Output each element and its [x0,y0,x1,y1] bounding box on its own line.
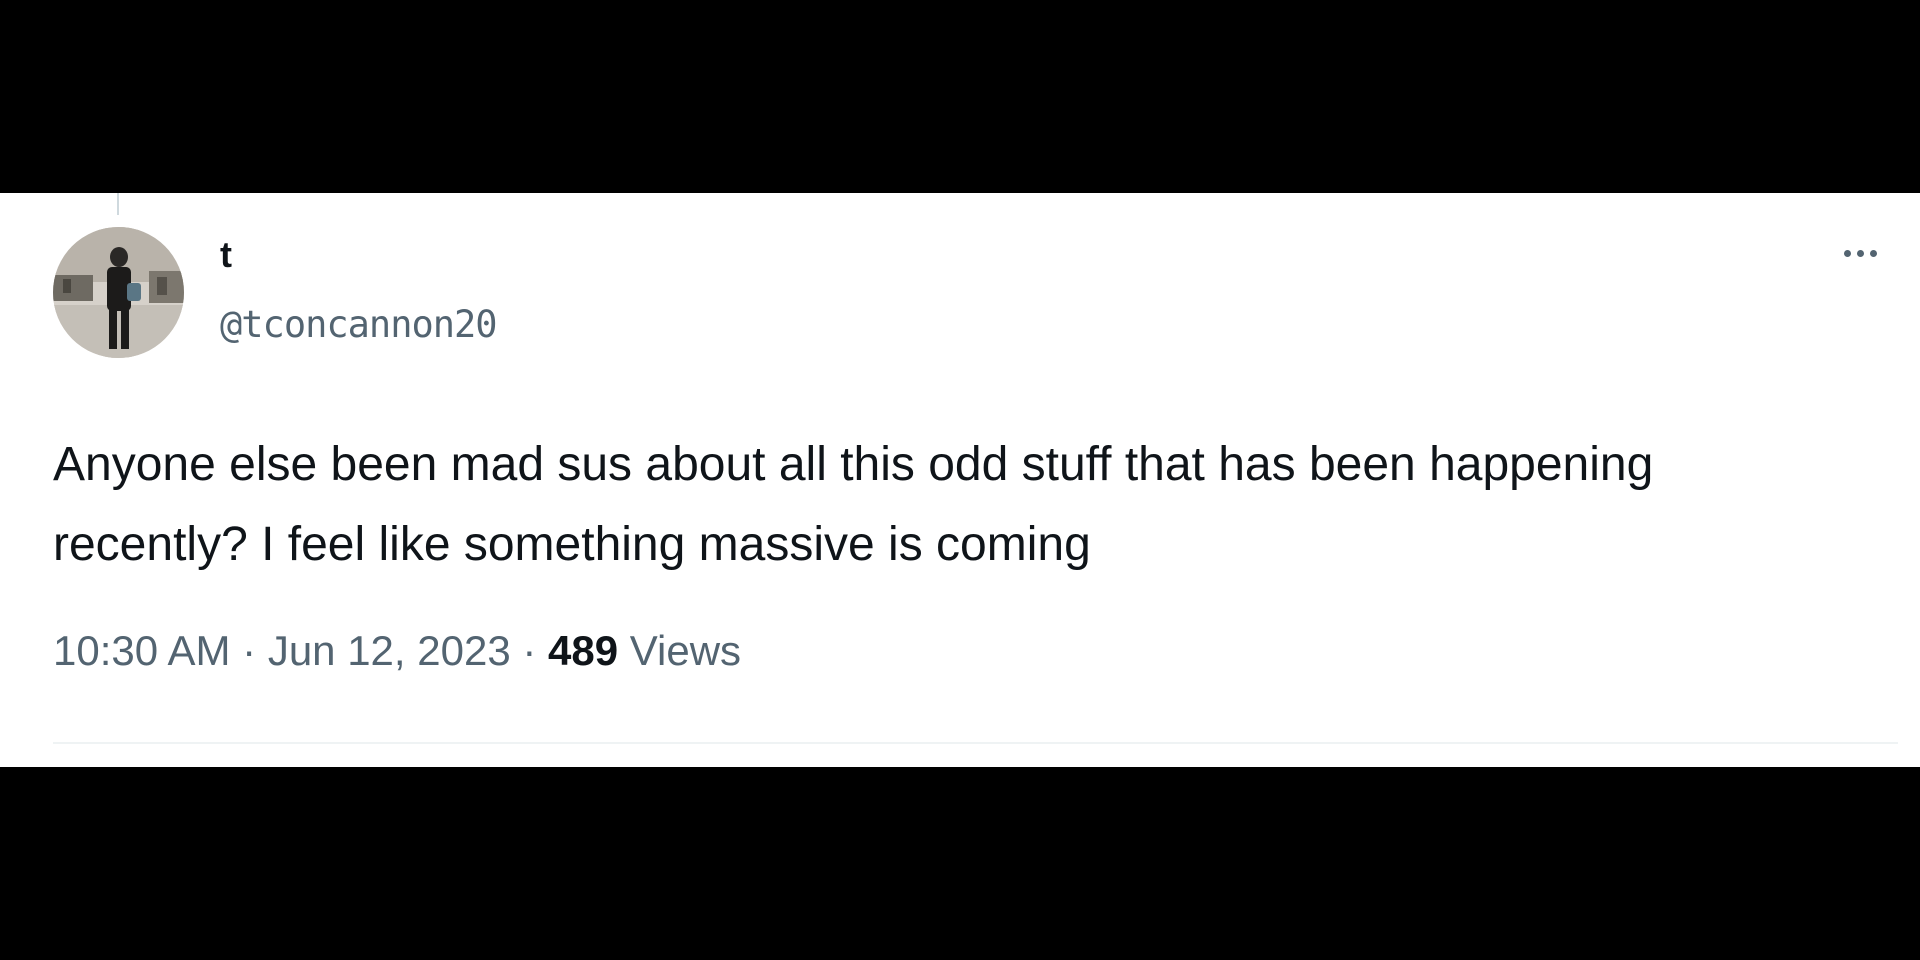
tweet-date[interactable]: Jun 12, 2023 [268,627,511,674]
meta-separator: · [242,627,257,674]
tweet-card: t @tconcannon20 Anyone else been mad sus… [0,193,1920,767]
avatar[interactable] [53,227,184,358]
more-horizontal-icon [1843,249,1851,257]
more-horizontal-icon-dot-3 [1869,249,1877,257]
views-label: Views [629,627,742,674]
views-count: 489 [548,627,619,674]
tweet-time[interactable]: 10:30 AM [53,627,230,674]
display-name[interactable]: t [220,233,232,277]
thread-connector-line [117,193,119,215]
avatar-photo-icon [53,227,184,358]
divider [53,742,1898,744]
tweet-metadata: 10:30 AM · Jun 12, 2023 · 489 Views [53,623,741,679]
letterbox-bottom [0,767,1920,960]
meta-separator-2: · [522,627,537,674]
more-horizontal-icon-dot-2 [1856,249,1864,257]
more-options-button[interactable] [1830,233,1890,273]
letterbox-top [0,0,1920,193]
tweet-text: Anyone else been mad sus about all this … [53,438,1654,571]
user-handle[interactable]: @tconcannon20 [220,303,498,347]
